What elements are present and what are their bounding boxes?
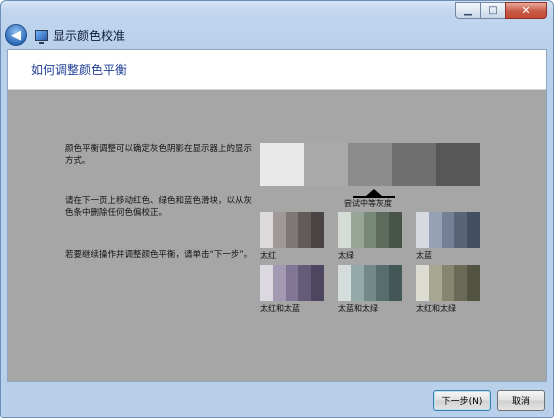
close-button[interactable]: ✕ <box>505 2 547 19</box>
maximize-button[interactable]: □ <box>480 2 505 19</box>
swatch-too-red <box>260 212 324 248</box>
swatch-block-4 <box>298 265 312 301</box>
swatch-block-3 <box>363 265 377 301</box>
midgray-marker-label: 尝试中等灰度 <box>344 199 392 208</box>
display-icon <box>35 29 48 44</box>
instruction-paragraph-3: 若要继续操作并调整颜色平衡，请单击“下一步”。 <box>65 250 253 260</box>
swatch-block-3 <box>363 212 377 248</box>
next-button[interactable]: 下一步(N) <box>433 390 491 411</box>
gray-strip-block-3 <box>348 143 392 186</box>
swatch-block-2 <box>272 212 286 248</box>
swatch-label-too-red-and-blue: 太红和太蓝 <box>260 304 300 313</box>
gray-strip-block-2 <box>304 143 348 186</box>
swatch-too-red-and-blue <box>260 265 324 301</box>
swatch-block-3 <box>441 212 455 248</box>
swatch-block-5 <box>389 265 402 301</box>
swatch-block-2 <box>350 212 364 248</box>
swatch-block-2 <box>350 265 364 301</box>
gray-strip-block-4 <box>392 143 436 186</box>
swatch-block-4 <box>298 212 312 248</box>
swatch-label-too-red-and-green: 太红和太绿 <box>416 304 456 313</box>
swatch-block-4 <box>454 265 468 301</box>
swatch-block-5 <box>311 265 324 301</box>
gray-reference-strip <box>260 143 480 186</box>
swatch-label-too-green: 太绿 <box>338 251 354 260</box>
gray-strip-block-1 <box>260 143 304 186</box>
swatch-label-too-blue: 太蓝 <box>416 251 432 260</box>
swatch-block-5 <box>467 212 480 248</box>
window-title: 显示颜色校准 <box>53 28 126 43</box>
swatch-block-3 <box>285 265 299 301</box>
swatch-too-blue <box>416 212 480 248</box>
caption-buttons: ▁ □ ✕ <box>455 2 547 20</box>
swatch-block-2 <box>428 265 442 301</box>
page-heading: 如何调整颜色平衡 <box>31 63 128 77</box>
minimize-button[interactable]: ▁ <box>455 2 480 19</box>
swatch-block-3 <box>441 265 455 301</box>
swatch-label-too-blue-and-green: 太蓝和太绿 <box>338 304 378 313</box>
swatch-too-green <box>338 212 402 248</box>
swatch-block-2 <box>428 212 442 248</box>
swatch-block-1 <box>416 212 429 248</box>
swatch-block-4 <box>454 212 468 248</box>
midgray-marker-icon <box>366 189 382 196</box>
content-area: 如何调整颜色平衡 颜色平衡调整可以确定灰色阴影在显示器上的显示方式。 请在下一页… <box>7 49 547 382</box>
swatch-block-1 <box>416 265 429 301</box>
swatch-too-blue-and-green <box>338 265 402 301</box>
calibration-window: ▁ □ ✕ ◀ 显示颜色校准 如何调整颜色平衡 颜色平衡调整可以确定灰色阴影在显… <box>0 0 554 418</box>
title-row: ◀ 显示颜色校准 <box>5 23 125 47</box>
swatch-label-too-red: 太红 <box>260 251 276 260</box>
swatch-block-5 <box>467 265 480 301</box>
swatch-too-red-and-green <box>416 265 480 301</box>
swatch-block-1 <box>338 212 351 248</box>
swatch-block-1 <box>260 265 273 301</box>
swatch-block-1 <box>260 212 273 248</box>
cancel-button[interactable]: 取消 <box>497 390 545 411</box>
back-button[interactable]: ◀ <box>5 24 27 46</box>
instruction-paragraph-1: 颜色平衡调整可以确定灰色阴影在显示器上的显示方式。 <box>65 144 253 166</box>
swatch-block-3 <box>285 212 299 248</box>
swatch-block-2 <box>272 265 286 301</box>
swatch-block-4 <box>376 265 390 301</box>
swatch-block-1 <box>338 265 351 301</box>
instruction-paragraph-2: 请在下一页上移动红色、绿色和蓝色滑块，以从灰色条中删除任何色偏校正。 <box>65 196 253 218</box>
swatch-block-5 <box>389 212 402 248</box>
swatch-block-4 <box>376 212 390 248</box>
gray-strip-block-5 <box>436 143 480 186</box>
header-band: 如何调整颜色平衡 <box>8 50 546 90</box>
back-arrow-icon: ◀ <box>11 27 21 43</box>
swatch-block-5 <box>311 212 324 248</box>
